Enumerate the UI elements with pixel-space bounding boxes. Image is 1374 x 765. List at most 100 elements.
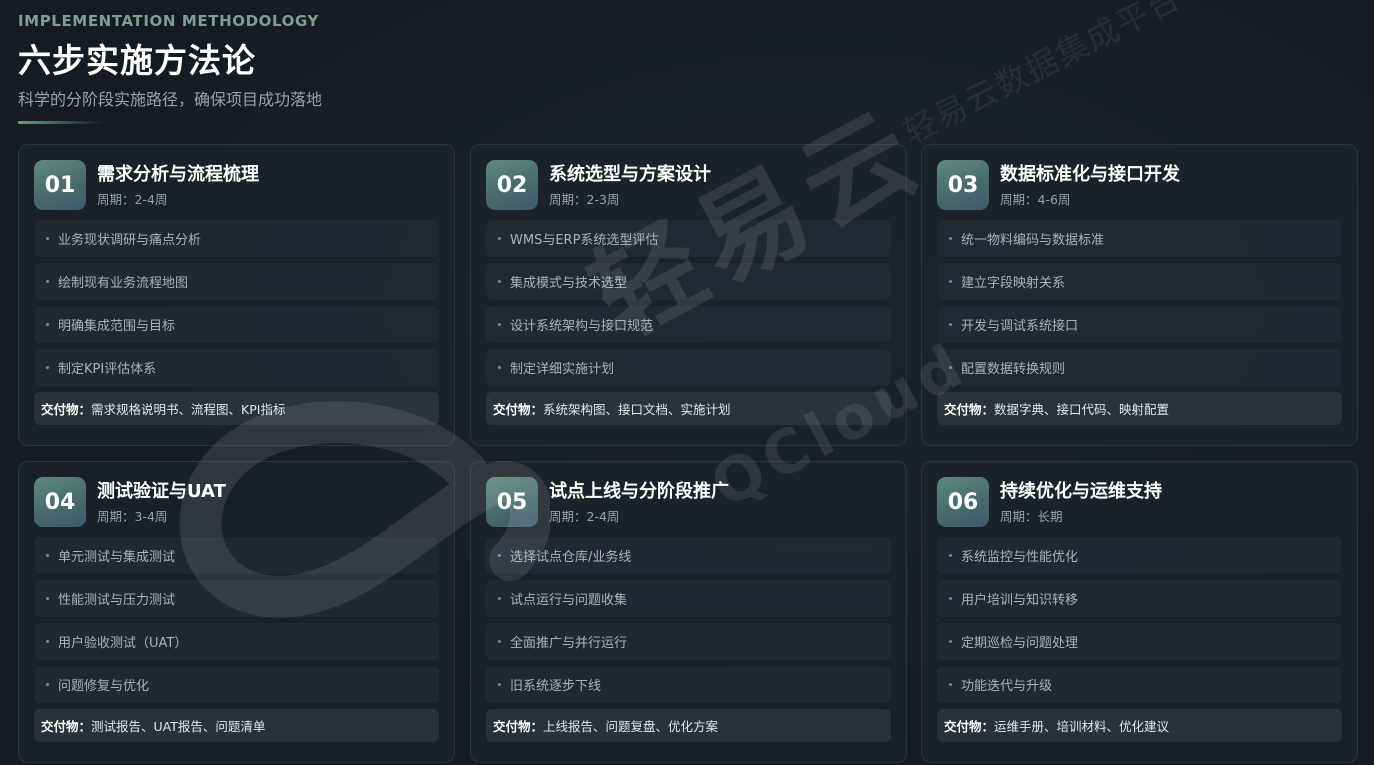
task-label: 开发与调试系统接口 (961, 319, 1079, 334)
deliverables-label: 交付物： (41, 402, 92, 417)
task-item: 建立字段映射关系 (937, 263, 1342, 300)
bullet-dot-icon (46, 554, 49, 557)
step-period: 周期：2-3周 (549, 191, 620, 207)
task-item: 制定详细实施计划 (486, 349, 891, 386)
task-item: 明确集成范围与目标 (34, 306, 439, 343)
step-number-badge: 05 (486, 477, 538, 527)
bullet-dot-icon (498, 640, 501, 643)
task-label: 统一物料编码与数据标准 (961, 233, 1105, 248)
bullet-dot-icon (949, 237, 952, 240)
step-period: 周期：4-6周 (1000, 191, 1071, 207)
deliverables-label: 交付物： (493, 402, 544, 417)
bullet-dot-icon (949, 323, 952, 326)
task-item: 业务现状调研与痛点分析 (34, 220, 439, 257)
bullet-dot-icon (46, 597, 49, 600)
deliverables-text: 数据字典、接口代码、映射配置 (994, 402, 1170, 417)
step-title: 试点上线与分阶段推广 (549, 480, 729, 502)
step-number-badge: 01 (34, 160, 86, 210)
deliverables-label: 交付物： (944, 402, 995, 417)
bullet-dot-icon (498, 280, 501, 283)
bullet-dot-icon (498, 237, 501, 240)
task-item: 集成模式与技术选型 (486, 263, 891, 300)
task-label: 制定详细实施计划 (510, 362, 615, 377)
deliverables-label: 交付物： (493, 719, 544, 734)
eyebrow-label: IMPLEMENTATION METHODOLOGY (18, 12, 320, 30)
task-item: 试点运行与问题收集 (486, 580, 891, 617)
task-label: 问题修复与优化 (58, 679, 150, 694)
task-label: 设计系统架构与接口规范 (510, 319, 654, 334)
bullet-dot-icon (949, 554, 952, 557)
step-period: 周期：2-4周 (97, 191, 168, 207)
step-period: 周期：3-4周 (97, 508, 168, 524)
deliverables-box: 交付物： 上线报告、问题复盘、优化方案 (486, 709, 891, 742)
task-item: WMS与ERP系统选型评估 (486, 220, 891, 257)
deliverables-box: 交付物： 需求规格说明书、流程图、KPI指标 (34, 392, 439, 425)
step-period: 周期：2-4周 (549, 508, 620, 524)
task-item: 单元测试与集成测试 (34, 537, 439, 574)
deliverables-text: 运维手册、培训材料、优化建议 (994, 719, 1170, 734)
deliverables-text: 测试报告、UAT报告、问题清单 (91, 719, 266, 734)
task-item: 系统监控与性能优化 (937, 537, 1342, 574)
task-label: 建立字段映射关系 (961, 276, 1066, 291)
step-card-6: 06 持续优化与运维支持 周期：长期 系统监控与性能优化 用户培训与知识转移 定… (921, 461, 1358, 763)
task-item: 选择试点仓库/业务线 (486, 537, 891, 574)
bullet-dot-icon (949, 366, 952, 369)
deliverables-box: 交付物： 测试报告、UAT报告、问题清单 (34, 709, 439, 742)
task-label: 用户验收测试（UAT） (58, 636, 188, 651)
bullet-dot-icon (949, 280, 952, 283)
title-accent-bar (18, 121, 102, 124)
task-item: 开发与调试系统接口 (937, 306, 1342, 343)
step-period: 周期：长期 (1000, 508, 1063, 524)
step-card-2: 02 系统选型与方案设计 周期：2-3周 WMS与ERP系统选型评估 集成模式与… (470, 144, 907, 446)
bullet-dot-icon (949, 597, 952, 600)
deliverables-box: 交付物： 数据字典、接口代码、映射配置 (937, 392, 1342, 425)
methodology-page: IMPLEMENTATION METHODOLOGY 六步实施方法论 科学的分阶… (0, 0, 1374, 765)
bullet-dot-icon (46, 683, 49, 686)
bullet-dot-icon (498, 323, 501, 326)
bullet-dot-icon (498, 554, 501, 557)
deliverables-box: 交付物： 系统架构图、接口文档、实施计划 (486, 392, 891, 425)
task-label: 明确集成范围与目标 (58, 319, 176, 334)
watermark-corner-text: 轻易云数据集成平台 (897, 0, 1188, 152)
deliverables-text: 系统架构图、接口文档、实施计划 (543, 402, 731, 417)
task-item: 定期巡检与问题处理 (937, 623, 1342, 660)
deliverables-text: 需求规格说明书、流程图、KPI指标 (91, 402, 286, 417)
step-card-4: 04 测试验证与UAT 周期：3-4周 单元测试与集成测试 性能测试与压力测试 … (18, 461, 455, 763)
task-item: 用户验收测试（UAT） (34, 623, 439, 660)
step-title: 需求分析与流程梳理 (97, 163, 259, 185)
step-number-badge: 03 (937, 160, 989, 210)
step-title: 持续优化与运维支持 (1000, 480, 1162, 502)
task-label: 绘制现有业务流程地图 (58, 276, 189, 291)
step-number-badge: 02 (486, 160, 538, 210)
task-label: 全面推广与并行运行 (510, 636, 628, 651)
task-label: 试点运行与问题收集 (510, 593, 628, 608)
task-label: 单元测试与集成测试 (58, 550, 176, 565)
task-label: 集成模式与技术选型 (510, 276, 628, 291)
task-label: 性能测试与压力测试 (58, 593, 176, 608)
bullet-dot-icon (46, 237, 49, 240)
task-item: 全面推广与并行运行 (486, 623, 891, 660)
step-title: 数据标准化与接口开发 (1000, 163, 1180, 185)
task-label: 制定KPI评估体系 (58, 362, 157, 377)
bullet-dot-icon (46, 640, 49, 643)
task-item: 制定KPI评估体系 (34, 349, 439, 386)
step-title: 测试验证与UAT (97, 480, 226, 502)
step-card-5: 05 试点上线与分阶段推广 周期：2-4周 选择试点仓库/业务线 试点运行与问题… (470, 461, 907, 763)
task-label: 业务现状调研与痛点分析 (58, 233, 202, 248)
deliverables-label: 交付物： (944, 719, 995, 734)
task-item: 配置数据转换规则 (937, 349, 1342, 386)
step-number-badge: 06 (937, 477, 989, 527)
task-label: 选择试点仓库/业务线 (510, 550, 632, 565)
task-item: 功能迭代与升级 (937, 666, 1342, 703)
task-label: 定期巡检与问题处理 (961, 636, 1079, 651)
task-item: 旧系统逐步下线 (486, 666, 891, 703)
step-title: 系统选型与方案设计 (549, 163, 711, 185)
task-label: 系统监控与性能优化 (961, 550, 1079, 565)
task-label: 用户培训与知识转移 (961, 593, 1079, 608)
deliverables-text: 上线报告、问题复盘、优化方案 (543, 719, 719, 734)
bullet-dot-icon (949, 640, 952, 643)
task-item: 问题修复与优化 (34, 666, 439, 703)
deliverables-label: 交付物： (41, 719, 92, 734)
page-subtitle: 科学的分阶段实施路径，确保项目成功落地 (18, 90, 323, 109)
step-card-3: 03 数据标准化与接口开发 周期：4-6周 统一物料编码与数据标准 建立字段映射… (921, 144, 1358, 446)
